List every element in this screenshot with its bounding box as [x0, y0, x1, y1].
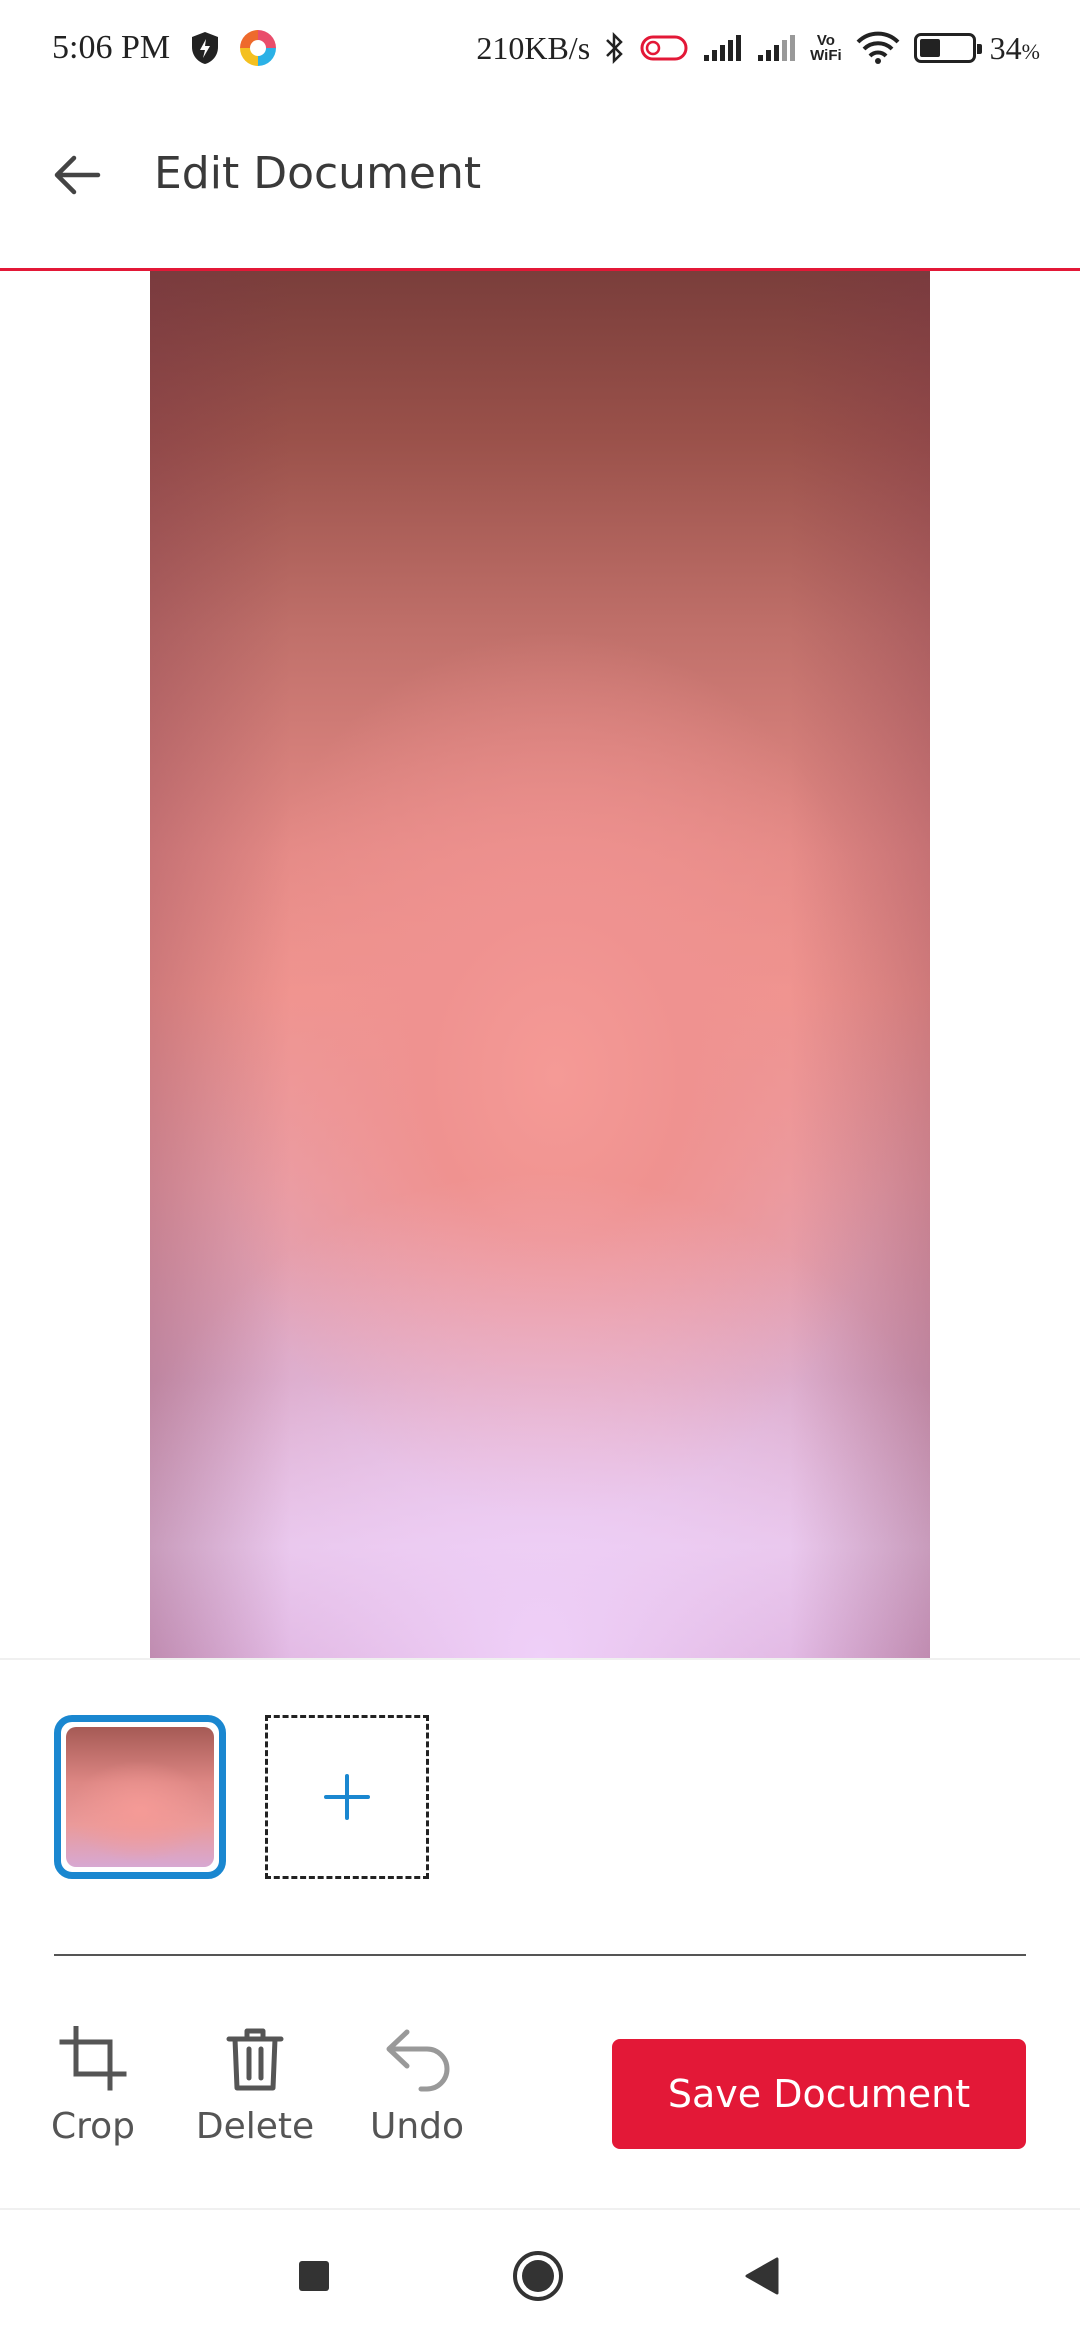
status-bar: 5:06 PM 210KB/s Vo WiFi 34% [0, 0, 1080, 96]
preview-divider [0, 1658, 1080, 1660]
shield-icon [190, 31, 220, 65]
status-time: 5:06 PM [52, 29, 171, 66]
battery-icon [913, 33, 982, 63]
app-bar: Edit Document [0, 96, 1080, 270]
app-icon [240, 30, 277, 66]
back-icon [745, 2257, 779, 2295]
home-icon [513, 2251, 563, 2301]
undo-button[interactable]: Undo [370, 2026, 464, 2147]
bluetooth-icon [604, 31, 626, 65]
delete-label: Delete [195, 2106, 315, 2147]
add-page-button[interactable] [265, 1715, 429, 1879]
toggle-icon [640, 34, 688, 62]
back-button[interactable] [46, 144, 108, 206]
signal-icon [756, 33, 796, 63]
trash-icon [226, 2028, 284, 2091]
arrow-left-icon [54, 155, 101, 195]
crop-label: Crop [50, 2106, 136, 2147]
recent-apps-icon [299, 2261, 329, 2291]
undo-label: Undo [369, 2106, 465, 2147]
plus-icon [324, 1774, 370, 1820]
home-button[interactable] [510, 2248, 566, 2304]
toolbar-divider [54, 1954, 1026, 1956]
signal-icon [702, 33, 742, 63]
wifi-icon [856, 31, 900, 65]
recent-apps-button[interactable] [286, 2248, 342, 2304]
thumbnail-image [66, 1727, 214, 1867]
battery-percent: 34% [989, 29, 1040, 66]
page-thumbnail-selected[interactable] [54, 1715, 226, 1879]
crop-icon [59, 2026, 127, 2091]
document-preview-area [0, 271, 1080, 1658]
network-speed: 210KB/s [476, 29, 591, 66]
delete-button[interactable]: Delete [196, 2026, 314, 2147]
undo-icon [386, 2029, 450, 2092]
system-nav-bar [0, 2210, 1080, 2340]
crop-button[interactable]: Crop [50, 2026, 136, 2147]
vowifi-icon: Vo WiFi [810, 32, 842, 64]
system-back-button[interactable] [734, 2248, 790, 2304]
save-document-button[interactable]: Save Document [612, 2039, 1026, 2149]
page-title: Edit Document [154, 148, 482, 199]
document-page-image [150, 271, 930, 1658]
